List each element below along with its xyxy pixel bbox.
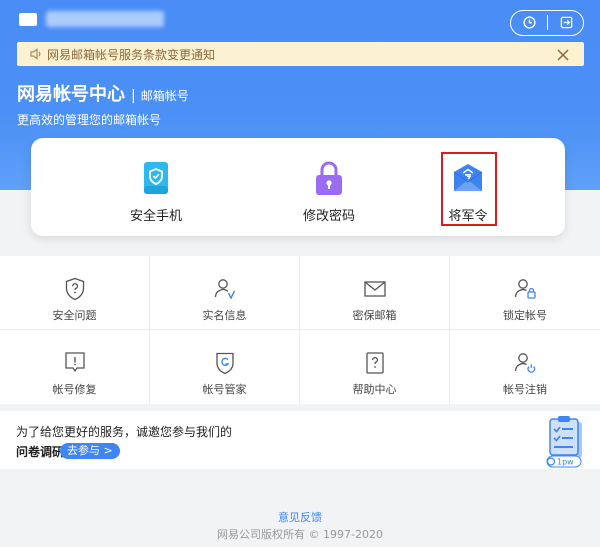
grid-item-label: 实名信息 <box>202 309 247 322</box>
page-title-main: 网易帐号中心 <box>17 84 125 105</box>
feedback-link[interactable]: 意见反馈 <box>0 509 600 525</box>
user-lock-icon <box>513 277 537 301</box>
secure-phone-label: 安全手机 <box>129 209 182 224</box>
survey-banner: 为了给您更好的服务，诚邀您参与我们的 问卷调研 去参与 > 1pw <box>0 411 600 469</box>
shield-question-icon <box>63 277 87 301</box>
quick-actions-card: 安全手机 修改密码 将军令 <box>31 138 565 236</box>
grid-item-security-email[interactable]: 密保邮箱 <box>300 256 450 330</box>
grid-item-account-manager[interactable]: 帐号管家 <box>150 330 300 404</box>
grid-item-label: 帐号注销 <box>503 383 547 396</box>
top-action-group <box>510 10 584 36</box>
highlight-box <box>441 152 497 226</box>
title-divider: | <box>131 88 136 104</box>
change-password-button[interactable]: 修改密码 <box>269 138 389 236</box>
notice-bar[interactable]: 网易邮箱帐号服务条款变更通知 <box>17 42 584 66</box>
survey-clipboard-icon: 1pw <box>539 414 587 468</box>
grid-item-label: 帐号修复 <box>52 383 97 396</box>
survey-text: 为了给您更好的服务，诚邀您参与我们的 <box>16 425 233 439</box>
grid-item-account-cancel[interactable]: 帐号注销 <box>450 330 600 404</box>
account-name-redacted <box>46 11 164 27</box>
survey-title: 问卷调研 <box>16 445 65 459</box>
grid-item-security-question[interactable]: 安全问题 <box>0 256 150 330</box>
mail-icon <box>19 13 37 26</box>
secure-phone-button[interactable]: 安全手机 <box>96 138 216 236</box>
change-password-label: 修改密码 <box>302 209 355 224</box>
shield-g-icon <box>213 351 237 375</box>
logout-button[interactable] <box>548 11 585 34</box>
phone-shield-icon <box>140 159 172 197</box>
page-subtitle: 更高效的管理您的邮箱帐号 <box>17 113 162 127</box>
history-button[interactable] <box>511 11 548 34</box>
page-title: 网易帐号中心 | 邮箱帐号 <box>17 80 189 106</box>
survey-join-button[interactable]: 去参与 > <box>60 443 120 459</box>
top-bar <box>0 0 600 40</box>
mail-icon <box>363 277 387 301</box>
grid-item-label: 帮助中心 <box>352 383 397 396</box>
grid-item-label: 密保邮箱 <box>352 309 397 322</box>
help-doc-icon <box>363 351 387 375</box>
copyright-text: 网易公司版权所有 © 1997-2020 <box>217 528 383 541</box>
lock-icon <box>313 159 345 197</box>
survey-badge-text: 1pw <box>557 458 574 467</box>
grid-item-account-repair[interactable]: 帐号修复 <box>0 330 150 404</box>
speaker-icon <box>29 47 43 61</box>
grid-item-help-center[interactable]: 帮助中心 <box>300 330 450 404</box>
grid-item-label: 帐号管家 <box>202 383 247 396</box>
page-title-sub: 邮箱帐号 <box>140 89 189 103</box>
grid-item-real-name[interactable]: 实名信息 <box>150 256 300 330</box>
user-power-icon <box>513 351 537 375</box>
chat-alert-icon <box>63 351 87 375</box>
grid-item-lock-account[interactable]: 锁定帐号 <box>450 256 600 330</box>
services-grid: 安全问题 实名信息 密保邮箱 锁定帐号 帐号修复 帐号管家 帮助中心 帐号注销 <box>0 256 600 404</box>
logout-icon <box>560 16 573 29</box>
notice-text[interactable]: 网易邮箱帐号服务条款变更通知 <box>47 46 215 63</box>
grid-item-label: 安全问题 <box>52 309 97 322</box>
clock-icon <box>523 16 536 29</box>
grid-item-label: 锁定帐号 <box>503 309 547 322</box>
close-icon[interactable] <box>556 47 570 61</box>
user-verified-icon <box>213 277 237 301</box>
